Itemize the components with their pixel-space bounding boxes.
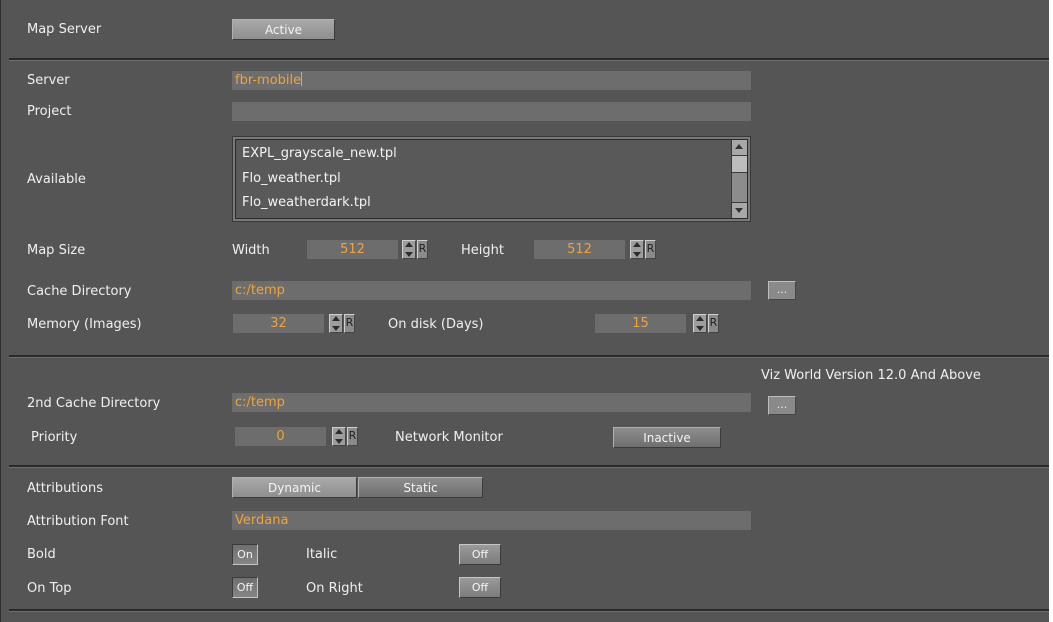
on-disk-up-down-icon[interactable] [693,314,707,333]
width-reset-button[interactable]: R [417,240,428,259]
priority-label: Priority [31,430,78,445]
text-caret [301,72,303,86]
bold-toggle[interactable]: On [232,544,258,565]
server-label: Server [27,73,70,88]
on-disk-days-label: On disk (Days) [388,317,484,332]
priority-up-down-icon[interactable] [332,427,346,446]
attribution-font-input[interactable]: Verdana [232,511,751,530]
cache-directory-browse-button[interactable]: ... [768,281,796,300]
section-divider [9,355,1049,358]
list-item[interactable]: EXPL_grayscale_new.tpl [242,146,397,162]
attributions-dynamic-button[interactable]: Dynamic [232,477,357,498]
map-server-label: Map Server [27,22,102,37]
list-scrollbar[interactable] [731,140,747,218]
section-divider [9,465,1049,468]
cache-directory-input[interactable]: c:/temp [232,281,751,300]
section-divider [9,609,1049,612]
height-reset-button[interactable]: R [645,240,656,259]
map-size-label: Map Size [27,243,86,258]
second-cache-directory-input[interactable]: c:/temp [232,393,751,412]
project-input[interactable] [232,102,751,121]
cache-directory-label: Cache Directory [27,284,132,299]
on-right-label: On Right [306,581,363,596]
list-item[interactable]: Flo_weather.tpl [242,171,341,187]
second-cache-browse-button[interactable]: ... [768,396,796,415]
priority-input[interactable]: 0 [235,427,326,446]
section-divider [9,58,1049,61]
on-top-toggle[interactable]: Off [232,577,258,598]
list-viewport: EXPL_grayscale_new.tpl Flo_weather.tpl F… [235,139,748,219]
map-server-panel: Map Server Active Server fbr-mobile Proj… [0,0,1049,622]
on-disk-reset-button[interactable]: R [708,314,719,333]
memory-images-label: Memory (Images) [27,317,142,332]
second-cache-directory-label: 2nd Cache Directory [27,396,161,411]
available-label: Available [27,172,86,187]
italic-label: Italic [306,547,338,562]
available-templates-list[interactable]: EXPL_grayscale_new.tpl Flo_weather.tpl F… [232,136,751,222]
network-monitor-label: Network Monitor [395,430,503,445]
server-input-value: fbr-mobile [235,73,302,88]
on-right-toggle[interactable]: Off [459,577,501,598]
memory-reset-button[interactable]: R [344,314,355,333]
map-server-active-button[interactable]: Active [232,19,335,40]
version-note: Viz World Version 12.0 And Above [761,368,981,383]
height-label: Height [461,243,504,258]
on-disk-spinner: R [693,314,719,333]
memory-images-input[interactable]: 32 [233,314,324,333]
height-input[interactable]: 512 [534,240,625,259]
height-up-down-icon[interactable] [630,240,644,259]
attributions-label: Attributions [27,481,103,496]
height-spinner: R [630,240,656,259]
width-up-down-icon[interactable] [402,240,416,259]
scroll-up-arrow-icon[interactable] [732,140,747,156]
scroll-thumb[interactable] [732,156,747,173]
project-label: Project [27,104,72,119]
memory-spinner: R [329,314,355,333]
width-input[interactable]: 512 [307,240,398,259]
italic-toggle[interactable]: Off [459,544,501,565]
priority-spinner: R [332,427,358,446]
server-input[interactable]: fbr-mobile [232,71,751,90]
on-disk-days-input[interactable]: 15 [595,314,686,333]
bold-label: Bold [27,547,56,562]
width-label: Width [232,243,270,258]
width-spinner: R [402,240,428,259]
attribution-font-label: Attribution Font [27,514,129,529]
attributions-static-button[interactable]: Static [358,477,483,498]
scroll-down-arrow-icon[interactable] [732,202,747,218]
list-item[interactable]: Flo_weatherdark.tpl [242,195,371,211]
on-top-label: On Top [27,581,72,596]
memory-up-down-icon[interactable] [329,314,343,333]
network-monitor-inactive-button[interactable]: Inactive [613,427,721,448]
priority-reset-button[interactable]: R [347,427,358,446]
